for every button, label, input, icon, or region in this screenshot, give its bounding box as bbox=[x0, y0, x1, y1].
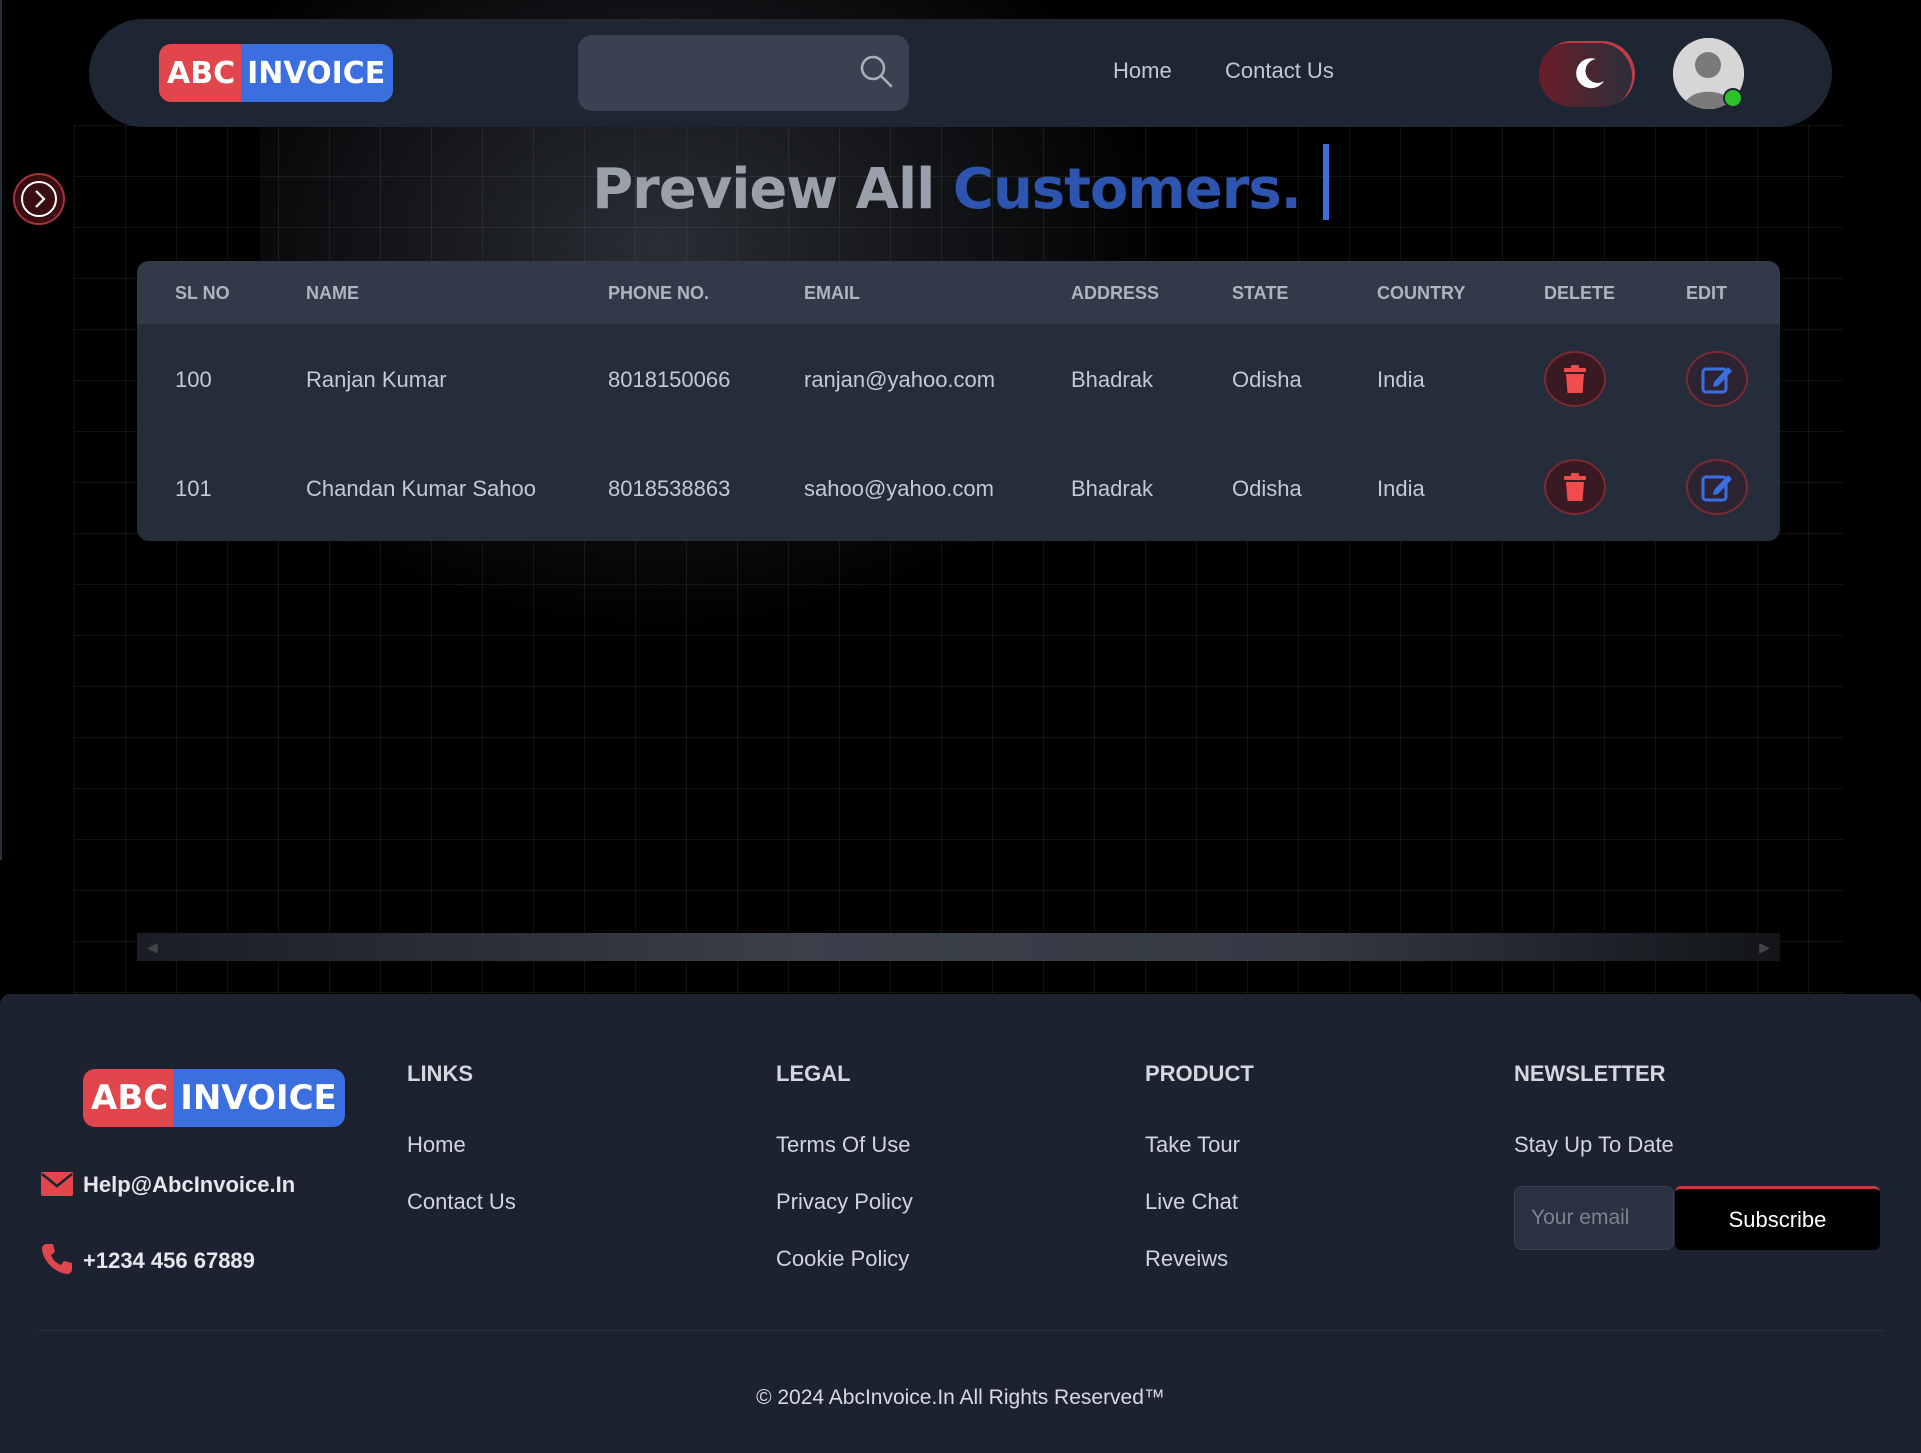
footer-brand-logo[interactable]: ABC INVOICE bbox=[83, 1069, 345, 1127]
customers-table: SL NO NAME PHONE NO. EMAIL ADDRESS STATE… bbox=[137, 261, 1780, 541]
newsletter-subtitle: Stay Up To Date bbox=[1514, 1132, 1674, 1157]
table-header bbox=[137, 261, 1780, 324]
page-title-part1: Preview All bbox=[592, 157, 935, 222]
copyright-text: © 2024 AbcInvoice.In All Rights Reserved… bbox=[756, 1386, 1165, 1409]
footer-heading-product: PRODUCT bbox=[1145, 1061, 1254, 1086]
footer-link-contact-us[interactable]: Contact Us bbox=[407, 1189, 516, 1215]
delete-button[interactable] bbox=[1544, 351, 1606, 407]
logo-invoice: INVOICE bbox=[174, 1069, 345, 1127]
footer-link-home[interactable]: Home bbox=[407, 1132, 466, 1158]
cell-phone: 8018150066 bbox=[608, 367, 731, 392]
col-phone: PHONE NO. bbox=[608, 283, 710, 303]
footer-phone[interactable]: +1234 456 67889 bbox=[83, 1248, 255, 1274]
col-edit: EDIT bbox=[1686, 283, 1728, 303]
col-state: STATE bbox=[1232, 283, 1289, 303]
cell-country: India bbox=[1377, 367, 1425, 392]
footer-heading-legal: LEGAL bbox=[776, 1061, 851, 1086]
sidebar-edge bbox=[0, 0, 2, 860]
subscribe-button[interactable]: Subscribe bbox=[1675, 1186, 1880, 1250]
footer-divider bbox=[38, 1330, 1883, 1331]
cell-state: Odisha bbox=[1232, 367, 1302, 392]
footer-email[interactable]: Help@AbcInvoice.In bbox=[83, 1172, 295, 1198]
nav-home[interactable]: Home bbox=[1113, 58, 1172, 84]
cell-address: Bhadrak bbox=[1071, 367, 1153, 392]
col-sl-no: SL NO bbox=[175, 283, 230, 303]
horizontal-scrollbar[interactable]: ◀ ▶ bbox=[137, 933, 1780, 961]
footer-heading-newsletter: NEWSLETTER bbox=[1514, 1061, 1666, 1086]
nav-contact-us[interactable]: Contact Us bbox=[1225, 58, 1334, 84]
logo-invoice: INVOICE bbox=[241, 44, 394, 102]
col-country: COUNTRY bbox=[1377, 283, 1466, 303]
brand-logo[interactable]: ABC INVOICE bbox=[159, 44, 394, 102]
footer-link-terms[interactable]: Terms Of Use bbox=[776, 1132, 910, 1158]
cell-country: India bbox=[1377, 476, 1425, 501]
footer-link-privacy[interactable]: Privacy Policy bbox=[776, 1189, 913, 1215]
cell-email: sahoo@yahoo.com bbox=[804, 476, 994, 501]
cell-email: ranjan@yahoo.com bbox=[804, 367, 996, 392]
cell-name: Chandan Kumar Sahoo bbox=[306, 476, 536, 501]
cell-address: Bhadrak bbox=[1071, 476, 1153, 501]
typing-caret bbox=[1322, 144, 1329, 220]
logo-abc: ABC bbox=[83, 1069, 175, 1127]
cell-phone: 8018538863 bbox=[608, 476, 731, 501]
page-title: Preview All Customers. bbox=[0, 144, 1921, 222]
edit-icon bbox=[1701, 367, 1732, 394]
cell-state: Odisha bbox=[1232, 476, 1302, 501]
footer-link-take-tour[interactable]: Take Tour bbox=[1145, 1132, 1240, 1158]
cell-name: Ranjan Kumar bbox=[306, 367, 447, 392]
footer-heading-links: LINKS bbox=[407, 1061, 473, 1086]
edit-icon bbox=[1701, 475, 1732, 502]
col-delete: DELETE bbox=[1544, 283, 1616, 303]
col-address: ADDRESS bbox=[1071, 283, 1160, 303]
cell-sl-no: 101 bbox=[175, 476, 212, 501]
scroll-left-icon[interactable]: ◀ bbox=[147, 939, 158, 956]
trash-icon bbox=[1564, 365, 1586, 393]
search-icon[interactable] bbox=[858, 53, 894, 94]
col-email: EMAIL bbox=[804, 283, 860, 303]
moon-icon bbox=[1572, 55, 1608, 96]
footer-link-cookie[interactable]: Cookie Policy bbox=[776, 1246, 909, 1272]
footer-link-reviews[interactable]: Reveiws bbox=[1145, 1246, 1228, 1272]
col-name: NAME bbox=[306, 283, 359, 303]
edit-button[interactable] bbox=[1686, 459, 1748, 515]
trash-icon bbox=[1564, 473, 1586, 501]
phone-icon bbox=[40, 1242, 74, 1281]
page-title-part2: Customers. bbox=[952, 157, 1302, 222]
newsletter-email-input[interactable] bbox=[1514, 1186, 1674, 1250]
edit-button[interactable] bbox=[1686, 351, 1748, 407]
logo-abc: ABC bbox=[159, 44, 242, 102]
footer-link-live-chat[interactable]: Live Chat bbox=[1145, 1189, 1238, 1215]
online-status-indicator bbox=[1723, 88, 1743, 108]
cell-sl-no: 100 bbox=[175, 367, 212, 392]
mail-icon bbox=[40, 1170, 74, 1203]
grid-background bbox=[74, 125, 1844, 995]
delete-button[interactable] bbox=[1544, 459, 1606, 515]
search-input[interactable] bbox=[594, 53, 844, 93]
scroll-right-icon[interactable]: ▶ bbox=[1759, 939, 1770, 956]
